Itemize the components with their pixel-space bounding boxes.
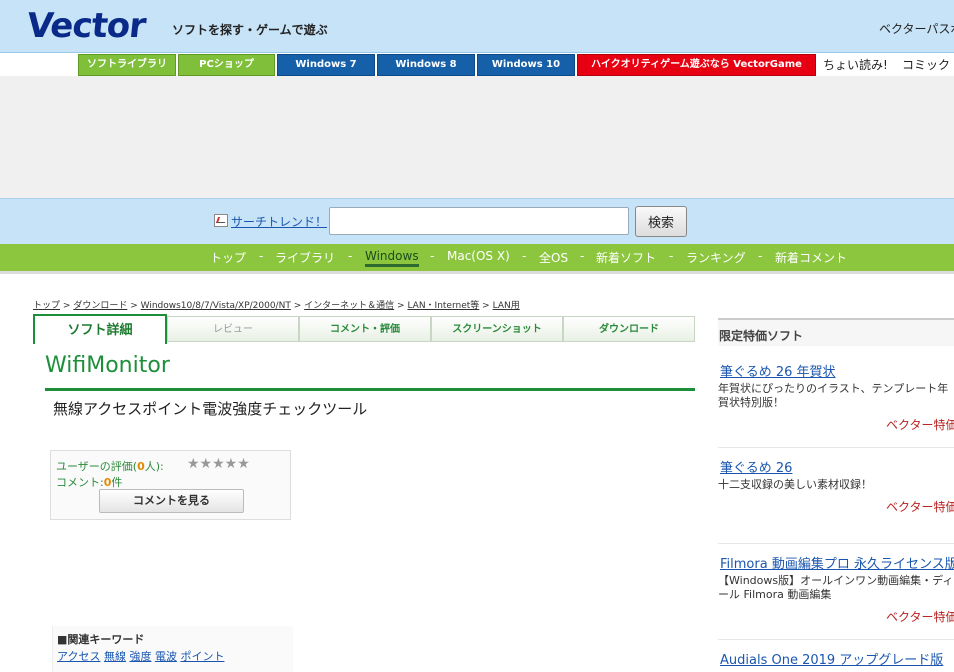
keyword-link[interactable]: アクセス	[57, 650, 100, 663]
software-title: WifiMonitor	[45, 353, 170, 378]
breadcrumb-internet[interactable]: インターネット＆通信	[304, 301, 394, 311]
breadcrumb-windows[interactable]: Windows10/8/7/Vista/XP/2000/NT	[141, 301, 291, 311]
cat-windows[interactable]: Windows	[365, 249, 419, 267]
cat-ranking[interactable]: ランキング	[686, 249, 746, 266]
tab-review: レビュー	[167, 316, 299, 342]
sidebar-item: Filmora 動画編集プロ 永久ライセンス版 【Windows版】オールインワ…	[718, 553, 954, 640]
breadcrumb-lan[interactable]: LAN用	[493, 301, 520, 311]
sidebar-heading: 限定特価ソフト	[718, 318, 954, 346]
breadcrumb-lan-internet[interactable]: LAN・Internet等	[407, 301, 479, 311]
sidebar-item: 筆ぐるめ 26 年賀状 年賀状にぴったりのイラスト、テンプレート年賀状特別版！ …	[718, 361, 954, 448]
sidebar-item-link[interactable]: Audials One 2019 アップグレード版	[720, 649, 943, 668]
nav-software-library[interactable]: ソフトライブラリ	[78, 54, 176, 76]
cat-mac[interactable]: Mac(OS X)	[447, 249, 510, 263]
nav-windows-8[interactable]: Windows 8	[377, 54, 475, 76]
keyword-links: アクセス 無線 強度 電波 ポイント	[57, 648, 224, 664]
rating-label-suffix: 人):	[144, 460, 164, 473]
user-rating: ユーザーの評価(0人):	[56, 458, 164, 474]
cat-separator: -	[758, 249, 763, 263]
search-trend-link[interactable]: サーチトレンド！	[231, 215, 327, 229]
keyword-link[interactable]: 強度	[129, 650, 151, 663]
sidebar-heading-label: 限定特価ソフト	[719, 329, 804, 343]
search-input[interactable]	[329, 207, 629, 235]
site-tagline: ソフトを探す・ゲームで遊ぶ	[172, 23, 328, 37]
sidebar-item: 筆ぐるめ 26 十二支収録の美しい素材収録！ ベクター特価	[718, 457, 954, 544]
view-comments-button[interactable]: コメントを見る	[99, 489, 244, 513]
nav-windows-10[interactable]: Windows 10	[477, 54, 575, 76]
keyword-link[interactable]: 電波	[155, 650, 177, 663]
sidebar-item-desc: 年賀状にぴったりのイラスト、テンプレート年賀状特別版！	[718, 382, 949, 409]
cat-library[interactable]: ライブラリ	[275, 249, 335, 266]
comment-label: コメント:	[56, 476, 104, 489]
rating-box: ユーザーの評価(0人): ★★★★★ コメント:0件 コメントを見る	[50, 450, 291, 520]
choi-yomi-link[interactable]: ちょい読み!	[823, 56, 888, 73]
search-bar: サーチトレンド！ 検索	[0, 198, 954, 245]
nav-vector-game[interactable]: ハイクオリティゲーム遊ぶなら VectorGame	[577, 54, 816, 76]
category-nav: トップ - ライブラリ - Windows - Mac(OS X) - 全OS …	[0, 244, 954, 274]
vector-logo[interactable]: Vector	[25, 6, 147, 46]
star-rating-icon: ★★★★★	[187, 456, 250, 472]
sidebar-item-link[interactable]: 筆ぐるめ 26 年賀状	[720, 361, 836, 380]
comic-link[interactable]: コミック	[902, 56, 950, 73]
tab-comments[interactable]: コメント・評価	[299, 316, 431, 342]
search-button[interactable]: 検索	[635, 206, 687, 237]
cat-separator: -	[348, 249, 353, 263]
chart-icon	[214, 214, 228, 227]
software-tabs: ソフト詳細 レビュー コメント・評価 スクリーンショット ダウンロード	[33, 314, 695, 344]
breadcrumb-top[interactable]: トップ	[33, 301, 60, 311]
sidebar-item-link[interactable]: Filmora 動画編集プロ 永久ライセンス版	[720, 553, 954, 572]
sidebar-item-vendor[interactable]: ベクター特価	[886, 498, 954, 515]
breadcrumb-sep: >	[62, 301, 71, 311]
title-divider	[45, 388, 695, 391]
sidebar-item-desc: 【Windows版】オールインワン動画編集・ディール Filmora 動画編集	[718, 574, 954, 601]
software-subtitle: 無線アクセスポイント電波強度チェックツール	[53, 400, 368, 418]
rating-count: 0	[137, 460, 145, 473]
rating-label: ユーザーの評価(	[56, 460, 138, 473]
search-trend[interactable]: サーチトレンド！	[214, 213, 327, 230]
cat-all-os[interactable]: 全OS	[539, 249, 568, 266]
nav-windows-7[interactable]: Windows 7	[277, 54, 375, 76]
ad-space	[0, 76, 954, 198]
site-header: Vector ソフトを探す・ゲームで遊ぶ ベクターパスポ	[0, 0, 954, 53]
cat-separator: -	[259, 249, 264, 263]
cat-separator: -	[669, 249, 674, 263]
cat-new-comments[interactable]: 新着コメント	[775, 249, 847, 266]
keywords-title: ■関連キーワード	[57, 633, 145, 646]
breadcrumb: トップ > ダウンロード > Windows10/8/7/Vista/XP/20…	[33, 298, 520, 311]
keyword-link[interactable]: ポイント	[180, 650, 224, 663]
cat-separator: -	[580, 249, 585, 263]
breadcrumb-download[interactable]: ダウンロード	[73, 301, 127, 311]
related-keywords: ■関連キーワード アクセス 無線 強度 電波 ポイント	[52, 626, 293, 672]
keyword-link[interactable]: 無線	[104, 650, 126, 663]
cat-top[interactable]: トップ	[210, 249, 246, 266]
tab-screenshots[interactable]: スクリーンショット	[431, 316, 563, 342]
cat-separator: -	[522, 249, 527, 263]
sidebar-item-desc: 十二支収録の美しい素材収録！	[718, 478, 872, 491]
sidebar-item-vendor[interactable]: ベクター特価	[886, 416, 954, 433]
tab-software-detail[interactable]: ソフト詳細	[33, 314, 167, 344]
sidebar-item-vendor[interactable]: ベクター特価	[886, 608, 954, 625]
comment-count-line: コメント:0件	[56, 474, 122, 490]
tab-download[interactable]: ダウンロード	[563, 316, 695, 342]
sidebar-item: Audials One 2019 アップグレード版	[718, 649, 954, 672]
breadcrumb-sep: >	[397, 301, 405, 311]
passport-link[interactable]: ベクターパスポ	[879, 20, 954, 37]
breadcrumb-sep: >	[293, 301, 302, 311]
breadcrumb-sep: >	[130, 301, 138, 311]
sidebar-item-link[interactable]: 筆ぐるめ 26	[720, 457, 792, 476]
comment-suffix: 件	[111, 476, 123, 489]
breadcrumb-sep: >	[482, 301, 490, 311]
cat-new-software[interactable]: 新着ソフト	[596, 249, 656, 266]
cat-separator: -	[430, 249, 435, 263]
nav-pc-shop[interactable]: PCショップ	[178, 54, 275, 76]
